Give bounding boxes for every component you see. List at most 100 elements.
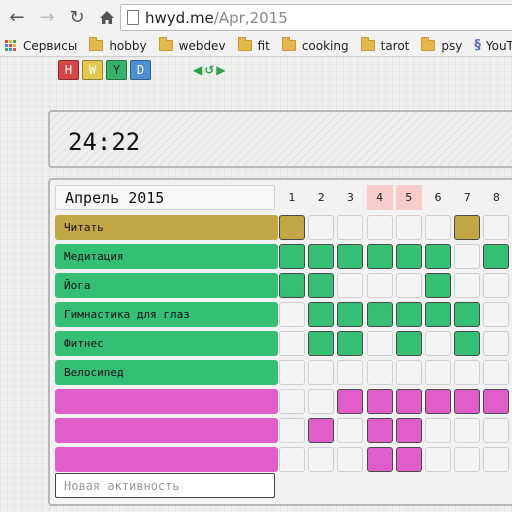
bookmark-cooking[interactable]: cooking bbox=[281, 37, 349, 53]
day-cell[interactable] bbox=[366, 331, 393, 356]
day-cell-checked[interactable] bbox=[308, 244, 335, 269]
back-arrow-icon[interactable]: ← bbox=[4, 5, 30, 31]
day-cell-checked[interactable] bbox=[279, 215, 305, 240]
day-cell-checked[interactable] bbox=[337, 302, 364, 327]
activity-label[interactable]: Читать bbox=[55, 215, 278, 240]
day-cell-checked[interactable] bbox=[308, 273, 335, 298]
day-cell[interactable] bbox=[483, 447, 510, 472]
day-cell[interactable] bbox=[425, 331, 451, 356]
home-icon[interactable] bbox=[94, 5, 120, 31]
day-cell[interactable] bbox=[308, 447, 335, 472]
day-cell-checked[interactable] bbox=[454, 331, 481, 356]
bookmark-tarot[interactable]: tarot bbox=[360, 37, 409, 53]
day-cell[interactable] bbox=[425, 418, 451, 443]
activity-label[interactable]: Фитнес bbox=[55, 331, 278, 356]
day-cell[interactable] bbox=[425, 360, 451, 385]
day-cell-checked[interactable] bbox=[366, 447, 393, 472]
logo[interactable]: H W Y D bbox=[58, 60, 151, 80]
day-cell[interactable] bbox=[483, 360, 510, 385]
bookmark-apps[interactable]: Сервисы bbox=[5, 39, 77, 53]
day-cell-checked[interactable] bbox=[425, 302, 451, 327]
day-cell-checked[interactable] bbox=[366, 389, 393, 414]
day-cell[interactable] bbox=[454, 273, 481, 298]
day-cell-checked[interactable] bbox=[454, 215, 481, 240]
day-cell-checked[interactable] bbox=[337, 244, 364, 269]
day-cell[interactable] bbox=[454, 418, 481, 443]
day-cell-checked[interactable] bbox=[395, 302, 422, 327]
bookmark-webdev[interactable]: webdev bbox=[158, 37, 226, 53]
day-cell-checked[interactable] bbox=[454, 389, 481, 414]
day-cell[interactable] bbox=[483, 331, 510, 356]
day-cell-checked[interactable] bbox=[279, 273, 305, 298]
day-cell[interactable] bbox=[454, 244, 481, 269]
new-activity-input[interactable] bbox=[55, 473, 275, 498]
bookmark-hobby[interactable]: hobby bbox=[89, 37, 147, 53]
day-cell[interactable] bbox=[366, 360, 393, 385]
day-cell[interactable] bbox=[279, 360, 305, 385]
day-cell-checked[interactable] bbox=[395, 331, 422, 356]
day-cell[interactable] bbox=[308, 215, 335, 240]
day-cell[interactable] bbox=[308, 360, 335, 385]
day-cell[interactable] bbox=[366, 273, 393, 298]
day-cell-checked[interactable] bbox=[337, 389, 364, 414]
day-cell-checked[interactable] bbox=[308, 331, 335, 356]
day-cell-checked[interactable] bbox=[425, 244, 451, 269]
day-cell-checked[interactable] bbox=[337, 331, 364, 356]
activity-label[interactable]: Гимнастика для глаз bbox=[55, 302, 278, 327]
day-cell[interactable] bbox=[425, 215, 451, 240]
day-cell-checked[interactable] bbox=[366, 244, 393, 269]
day-cell-checked[interactable] bbox=[395, 244, 422, 269]
activity-label[interactable]: Йога bbox=[55, 273, 278, 298]
activity-label[interactable]: Велосипед bbox=[55, 360, 278, 385]
reload-icon[interactable]: ↻ bbox=[64, 5, 90, 31]
day-cell-checked[interactable] bbox=[395, 389, 422, 414]
day-cell-checked[interactable] bbox=[308, 302, 335, 327]
day-cell[interactable] bbox=[279, 447, 305, 472]
day-cell[interactable] bbox=[279, 331, 305, 356]
activity-label[interactable] bbox=[55, 447, 278, 472]
bookmark-youtube[interactable]: § YouTu bbox=[474, 38, 512, 53]
day-cell-checked[interactable] bbox=[425, 273, 451, 298]
bookmark-fit[interactable]: fit bbox=[237, 37, 270, 53]
day-cell-checked[interactable] bbox=[366, 302, 393, 327]
day-cell[interactable] bbox=[337, 418, 364, 443]
day-cell[interactable] bbox=[483, 215, 510, 240]
bookmark-psy[interactable]: psy bbox=[421, 37, 462, 53]
day-cell-checked[interactable] bbox=[483, 244, 510, 269]
day-cell[interactable] bbox=[483, 418, 510, 443]
day-cell[interactable] bbox=[395, 360, 422, 385]
day-cell[interactable] bbox=[366, 215, 393, 240]
day-cell-checked[interactable] bbox=[425, 389, 451, 414]
day-cell[interactable] bbox=[337, 360, 364, 385]
day-cell-checked[interactable] bbox=[395, 447, 422, 472]
activity-label[interactable] bbox=[55, 389, 278, 414]
day-cell[interactable] bbox=[337, 447, 364, 472]
day-cell-checked[interactable] bbox=[279, 244, 305, 269]
day-cell-checked[interactable] bbox=[366, 418, 393, 443]
day-cell-checked[interactable] bbox=[308, 418, 335, 443]
day-cell[interactable] bbox=[483, 302, 510, 327]
day-cell-checked[interactable] bbox=[483, 389, 510, 414]
day-cell[interactable] bbox=[454, 447, 481, 472]
address-bar[interactable]: hwyd.me/Apr,2015 bbox=[120, 4, 512, 31]
day-cell[interactable] bbox=[425, 447, 451, 472]
day-cell[interactable] bbox=[308, 389, 335, 414]
day-cell[interactable] bbox=[279, 302, 305, 327]
activity-label[interactable]: Медитация bbox=[55, 244, 278, 269]
day-cell-checked[interactable] bbox=[454, 302, 481, 327]
next-month-icon[interactable]: ▶ bbox=[216, 64, 225, 76]
prev-month-icon[interactable]: ◀ bbox=[193, 64, 202, 76]
forward-arrow-icon[interactable]: → bbox=[34, 5, 60, 31]
current-month-icon[interactable]: ↺ bbox=[204, 64, 214, 76]
day-cell-checked[interactable] bbox=[395, 418, 422, 443]
day-cell[interactable] bbox=[279, 418, 305, 443]
day-cell[interactable] bbox=[483, 273, 510, 298]
day-cell[interactable] bbox=[337, 215, 364, 240]
day-cell[interactable] bbox=[279, 389, 305, 414]
day-cell[interactable] bbox=[395, 273, 422, 298]
day-header: 8 bbox=[492, 191, 500, 204]
day-cell[interactable] bbox=[395, 215, 422, 240]
day-cell[interactable] bbox=[454, 360, 481, 385]
activity-label[interactable] bbox=[55, 418, 278, 443]
day-cell[interactable] bbox=[337, 273, 364, 298]
